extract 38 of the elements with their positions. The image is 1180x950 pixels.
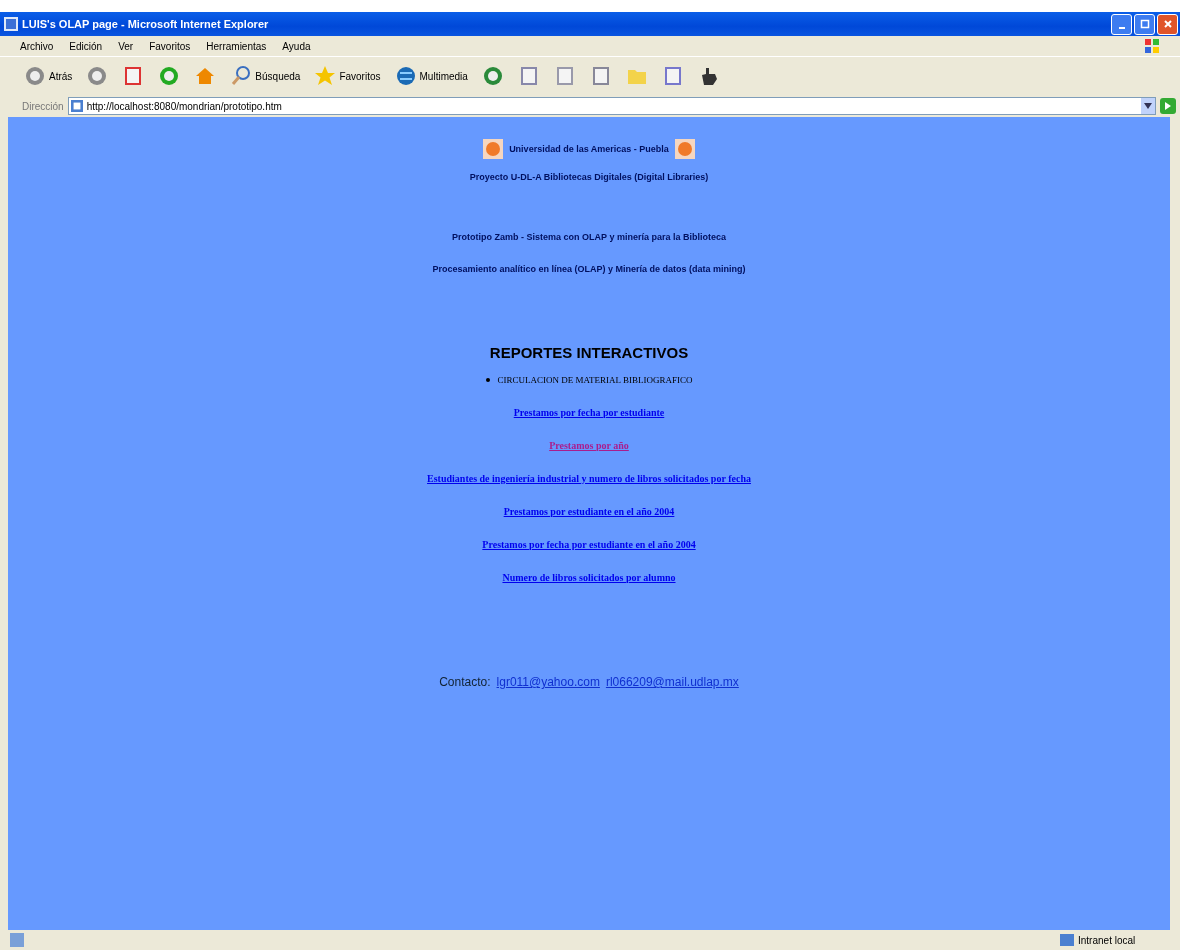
zone-label: Intranet local <box>1078 934 1136 946</box>
search-icon <box>230 65 253 87</box>
menu-item[interactable]: Herramientas <box>206 40 267 52</box>
dropdown-button[interactable] <box>1141 98 1155 114</box>
browser-icon <box>4 17 18 31</box>
menu-item[interactable]: Ayuda <box>282 40 311 52</box>
star-icon <box>314 65 337 87</box>
university-name: Universidad de las Americas - Puebla <box>509 144 669 154</box>
subtitle: Procesamiento analítico en línea (OLAP) y Minería de datos (data mining) <box>432 264 746 274</box>
menu-item[interactable]: Ver <box>118 40 134 52</box>
menu-item[interactable]: Archivo <box>20 40 54 52</box>
toolbar-button[interactable]: Favoritos <box>312 63 383 89</box>
close-icon <box>1162 19 1173 29</box>
logo-icon <box>674 139 695 159</box>
close-button[interactable] <box>1157 13 1178 35</box>
bullet-icon <box>485 378 490 382</box>
section-heading: REPORTES INTERACTIVOS <box>489 344 689 361</box>
windows-logo-icon <box>1144 38 1160 54</box>
toolbar-button[interactable]: Multimedia <box>392 63 470 89</box>
contact-label: Contacto: <box>439 675 491 689</box>
prototype-title: Prototipo Zamb - Sistema con OLAP y minería para la Biblioteca <box>452 232 726 242</box>
toolbar-button[interactable]: Búsqueda <box>228 63 303 89</box>
logo-icon <box>483 139 504 159</box>
maximize-button[interactable] <box>1134 13 1155 35</box>
go-button[interactable] <box>1160 98 1176 114</box>
globe-icon <box>394 65 417 87</box>
window-title: LUIS's OLAP page - Microsoft Internet Explorer <box>22 18 270 30</box>
address-label: Dirección <box>22 100 64 112</box>
menu-item[interactable]: Edición <box>69 40 103 52</box>
category-label: CIRCULACION DE MATERIAL BIBLIOGRAFICO <box>497 375 693 385</box>
minimize-icon <box>1118 27 1125 29</box>
menu-item[interactable]: Favoritos <box>149 40 191 52</box>
minimize-button[interactable] <box>1111 13 1132 35</box>
toolbar-button[interactable]: Atrás <box>22 63 75 89</box>
project-title: Proyecto U-DL-A Bibliotecas Digitales (Digital Libraries) <box>469 172 709 182</box>
address-field[interactable]: http://localhost:8080/mondrian/prototipo.htm <box>67 97 1156 115</box>
caret-icon <box>1144 103 1152 109</box>
maximize-icon <box>1139 19 1150 29</box>
